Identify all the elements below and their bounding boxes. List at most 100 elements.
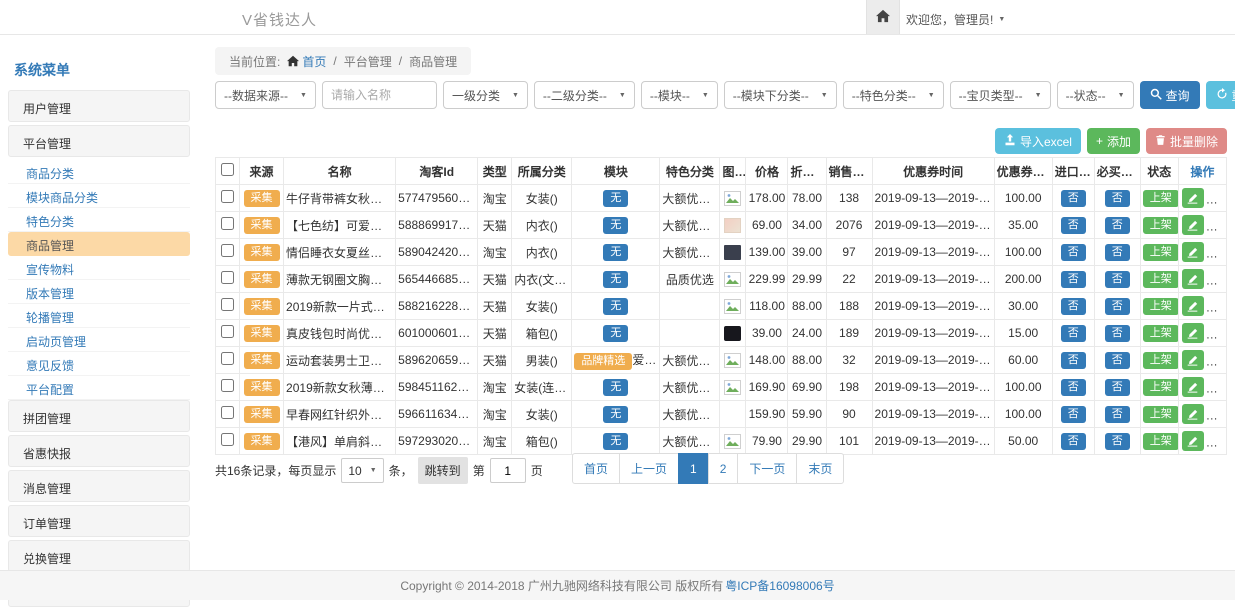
module-badge[interactable]: 品牌精选 bbox=[574, 353, 632, 370]
edit-button[interactable] bbox=[1182, 350, 1204, 370]
search-button[interactable]: 查询 bbox=[1140, 81, 1200, 109]
row-checkbox[interactable] bbox=[221, 271, 234, 284]
status-toggle[interactable]: 上架 bbox=[1143, 379, 1179, 396]
page-jump-input[interactable] bbox=[490, 458, 526, 483]
sidebar-item[interactable]: 省惠快报 bbox=[8, 435, 190, 467]
module-badge[interactable]: 无 bbox=[603, 433, 628, 450]
sidebar-item[interactable]: 轮播管理 bbox=[8, 304, 190, 328]
sidebar-item[interactable]: 平台管理 bbox=[8, 125, 190, 157]
per-page-select[interactable]: 10 ▼ bbox=[341, 458, 383, 483]
module-badge[interactable]: 无 bbox=[603, 271, 628, 288]
filter-select[interactable]: --特色分类-- ▼ bbox=[843, 81, 944, 109]
name-search-input[interactable] bbox=[322, 81, 437, 109]
edit-button[interactable] bbox=[1182, 323, 1204, 343]
import-select-toggle[interactable]: 否 bbox=[1061, 190, 1086, 207]
row-checkbox[interactable] bbox=[221, 217, 234, 230]
module-badge[interactable]: 无 bbox=[603, 244, 628, 261]
sidebar-item[interactable]: 启动页管理 bbox=[8, 328, 190, 352]
must-buy-toggle[interactable]: 否 bbox=[1105, 406, 1130, 423]
page-button[interactable]: 末页 bbox=[796, 453, 844, 484]
must-buy-toggle[interactable]: 否 bbox=[1105, 217, 1130, 234]
edit-button[interactable] bbox=[1182, 215, 1204, 235]
import-select-toggle[interactable]: 否 bbox=[1061, 406, 1086, 423]
must-buy-toggle[interactable]: 否 bbox=[1105, 433, 1130, 450]
import-select-toggle[interactable]: 否 bbox=[1061, 379, 1086, 396]
data-source-select[interactable]: --数据来源-- ▼ bbox=[215, 81, 316, 109]
sidebar-item[interactable]: 消息管理 bbox=[8, 470, 190, 502]
edit-button[interactable] bbox=[1182, 377, 1204, 397]
must-buy-toggle[interactable]: 否 bbox=[1105, 271, 1130, 288]
import-select-toggle[interactable]: 否 bbox=[1061, 325, 1086, 342]
module-badge[interactable]: 无 bbox=[603, 406, 628, 423]
sidebar-item[interactable]: 特色分类 bbox=[8, 208, 190, 232]
status-toggle[interactable]: 上架 bbox=[1143, 325, 1179, 342]
batch-delete-button[interactable]: 批量删除 bbox=[1146, 128, 1227, 154]
must-buy-toggle[interactable]: 否 bbox=[1105, 352, 1130, 369]
sidebar-item[interactable]: 版本管理 bbox=[8, 280, 190, 304]
sidebar-item[interactable]: 意见反馈 bbox=[8, 352, 190, 376]
edit-button[interactable] bbox=[1182, 242, 1204, 262]
add-button[interactable]: + 添加 bbox=[1087, 128, 1140, 154]
module-badge[interactable]: 无 bbox=[603, 325, 628, 342]
sidebar-item[interactable]: 宣传物料 bbox=[8, 256, 190, 280]
import-select-toggle[interactable]: 否 bbox=[1061, 352, 1086, 369]
import-excel-button[interactable]: 导入excel bbox=[995, 128, 1081, 154]
must-buy-toggle[interactable]: 否 bbox=[1105, 298, 1130, 315]
must-buy-toggle[interactable]: 否 bbox=[1105, 244, 1130, 261]
row-checkbox[interactable] bbox=[221, 190, 234, 203]
sidebar-item[interactable]: 拼团管理 bbox=[8, 400, 190, 432]
sidebar-item[interactable]: 商品分类 bbox=[8, 160, 190, 184]
row-checkbox[interactable] bbox=[221, 352, 234, 365]
page-button[interactable]: 1 bbox=[678, 453, 709, 484]
user-menu[interactable]: 欢迎您，管理员! ▼ bbox=[906, 11, 1005, 28]
filter-select[interactable]: --二级分类-- ▼ bbox=[534, 81, 635, 109]
sidebar-item[interactable]: 商品管理 bbox=[8, 232, 190, 256]
sidebar-item[interactable]: 兑换管理 bbox=[8, 540, 190, 572]
icp-link[interactable]: 粤ICP备16098006号 bbox=[725, 577, 834, 594]
filter-select[interactable]: --模块-- ▼ bbox=[641, 81, 718, 109]
must-buy-toggle[interactable]: 否 bbox=[1105, 379, 1130, 396]
home-button[interactable] bbox=[866, 0, 900, 34]
status-toggle[interactable]: 上架 bbox=[1143, 298, 1179, 315]
must-buy-toggle[interactable]: 否 bbox=[1105, 190, 1130, 207]
jump-button[interactable]: 跳转到 bbox=[418, 457, 468, 484]
sidebar-item[interactable]: 用户管理 bbox=[8, 90, 190, 122]
import-select-toggle[interactable]: 否 bbox=[1061, 271, 1086, 288]
row-checkbox[interactable] bbox=[221, 244, 234, 257]
sidebar-item[interactable]: 订单管理 bbox=[8, 505, 190, 537]
status-toggle[interactable]: 上架 bbox=[1143, 190, 1179, 207]
module-badge[interactable]: 无 bbox=[603, 190, 628, 207]
filter-select[interactable]: 一级分类 ▼ bbox=[443, 81, 528, 109]
status-toggle[interactable]: 上架 bbox=[1143, 352, 1179, 369]
status-toggle[interactable]: 上架 bbox=[1143, 406, 1179, 423]
reset-button[interactable]: 重置 bbox=[1206, 81, 1235, 109]
edit-button[interactable] bbox=[1182, 269, 1204, 289]
module-badge[interactable]: 无 bbox=[603, 298, 628, 315]
sidebar-item[interactable]: 模块商品分类 bbox=[8, 184, 190, 208]
edit-button[interactable] bbox=[1182, 296, 1204, 316]
status-toggle[interactable]: 上架 bbox=[1143, 433, 1179, 450]
row-checkbox[interactable] bbox=[221, 379, 234, 392]
row-checkbox[interactable] bbox=[221, 298, 234, 311]
edit-button[interactable] bbox=[1182, 188, 1204, 208]
page-button[interactable]: 2 bbox=[708, 453, 739, 484]
row-checkbox[interactable] bbox=[221, 406, 234, 419]
select-all-checkbox[interactable] bbox=[221, 163, 234, 176]
page-button[interactable]: 首页 bbox=[572, 453, 620, 484]
row-checkbox[interactable] bbox=[221, 325, 234, 338]
module-badge[interactable]: 无 bbox=[603, 379, 628, 396]
edit-button[interactable] bbox=[1182, 404, 1204, 424]
module-badge[interactable]: 无 bbox=[603, 217, 628, 234]
import-select-toggle[interactable]: 否 bbox=[1061, 298, 1086, 315]
filter-select[interactable]: --宝贝类型-- ▼ bbox=[950, 81, 1051, 109]
import-select-toggle[interactable]: 否 bbox=[1061, 217, 1086, 234]
page-button[interactable]: 下一页 bbox=[737, 453, 797, 484]
sidebar-item[interactable]: 平台配置 bbox=[8, 376, 190, 400]
must-buy-toggle[interactable]: 否 bbox=[1105, 325, 1130, 342]
edit-button[interactable] bbox=[1182, 431, 1204, 451]
status-toggle[interactable]: 上架 bbox=[1143, 244, 1179, 261]
breadcrumb-home-link[interactable]: 首页 bbox=[287, 53, 326, 70]
row-checkbox[interactable] bbox=[221, 433, 234, 446]
import-select-toggle[interactable]: 否 bbox=[1061, 433, 1086, 450]
page-button[interactable]: 上一页 bbox=[619, 453, 679, 484]
